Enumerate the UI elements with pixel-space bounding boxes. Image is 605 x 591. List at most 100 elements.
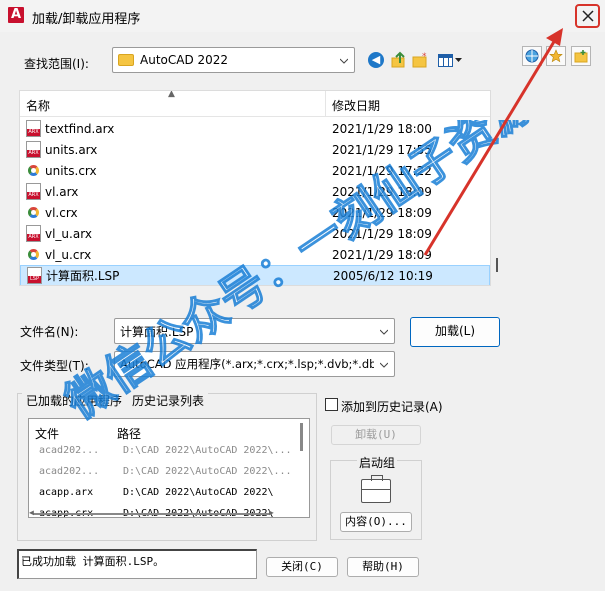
loaded-app-path: D:\CAD 2022\AutoCAD 2022\... [123, 445, 292, 456]
loaded-list-horizontal-scrollbar[interactable] [33, 513, 269, 515]
file-name-label: 文件名(N): [20, 325, 79, 339]
file-name-text: vl.crx [45, 205, 78, 220]
loaded-app-file: acad202... [39, 445, 100, 456]
folder-add-icon [574, 50, 588, 63]
tab-history-list[interactable]: 历史记录列表 [128, 392, 209, 409]
file-list[interactable]: ▲ 名称 修改日期 textfind.arx 2021/1/29 18:00 uni… [19, 90, 491, 286]
views-icon [438, 53, 453, 67]
back-arrow-icon: ◀ [368, 52, 384, 68]
briefcase-icon [361, 475, 391, 503]
file-row[interactable]: vl_u.arx 2021/1/29 18:09 [20, 223, 490, 244]
scrollbar-thumb[interactable] [496, 258, 498, 272]
up-folder-button[interactable] [389, 50, 409, 70]
arx-file-icon [26, 225, 41, 242]
file-name-text: units.crx [45, 163, 97, 178]
arx-file-icon [26, 183, 41, 200]
loaded-app-row[interactable]: acapp.arx D:\CAD 2022\AutoCAD 2022\ [29, 483, 299, 503]
file-date-cell: 2021/1/29 18:09 [332, 205, 432, 220]
loaded-list-scrollbar[interactable] [300, 423, 303, 451]
add-favorite-button[interactable] [571, 46, 591, 66]
dropdown-arrow-icon [455, 57, 462, 62]
chevron-down-icon [340, 58, 348, 64]
svg-text:*: * [422, 52, 427, 62]
close-button[interactable]: 关闭(C) [266, 557, 338, 577]
look-in-dropdown[interactable]: AutoCAD 2022 [112, 47, 355, 73]
views-menu-button[interactable] [436, 50, 464, 70]
file-date-cell: 2005/6/12 10:19 [333, 268, 433, 283]
file-name-cell: textfind.arx [26, 120, 114, 137]
chevron-down-icon [380, 329, 388, 335]
new-folder-button[interactable]: * [411, 50, 431, 70]
file-date-cell: 2021/1/29 17:22 [332, 163, 432, 178]
add-to-history-checkbox[interactable] [325, 398, 338, 411]
loaded-app-file: acapp.arx [39, 487, 94, 498]
file-name-value: 计算面积.LSP [120, 324, 194, 339]
file-name-cell: vl_u.arx [26, 225, 92, 242]
column-divider[interactable] [325, 91, 326, 117]
file-name-text: vl_u.crx [45, 247, 92, 262]
file-row[interactable]: vl.crx 2021/1/29 18:09 [20, 202, 490, 223]
load-button[interactable]: 加载(L) [410, 317, 500, 347]
arx-file-icon [26, 120, 41, 137]
file-name-text: 计算面积.LSP [46, 269, 120, 283]
loaded-applications-list[interactable]: 文件 路径 acad202... D:\CAD 2022\AutoCAD 2022… [28, 418, 310, 518]
scroll-left-icon[interactable]: ◀ [29, 508, 34, 517]
window-title: 加载/卸载应用程序 [32, 12, 141, 27]
file-name-cell: vl_u.crx [26, 247, 91, 262]
new-folder-icon: * [412, 52, 427, 68]
loaded-app-path: D:\CAD 2022\AutoCAD 2022\... [123, 466, 292, 477]
crx-file-icon [26, 247, 41, 262]
file-row[interactable]: units.arx 2021/1/29 17:55 [20, 139, 490, 160]
column-header-file[interactable]: 文件 [35, 425, 59, 442]
file-row[interactable]: units.crx 2021/1/29 17:22 [20, 160, 490, 181]
status-message: 已成功加载 计算面积.LSP。 [17, 549, 257, 579]
look-in-label: 查找范围(I): [24, 57, 89, 71]
file-date-cell: 2021/1/29 18:09 [332, 226, 432, 241]
column-header-date[interactable]: 修改日期 [332, 97, 380, 114]
title-bar: A 加载/卸载应用程序 [0, 0, 605, 32]
file-name-text: textfind.arx [45, 121, 115, 136]
file-name-cell: units.arx [26, 141, 97, 158]
web-search-button[interactable] [522, 46, 542, 66]
file-date-cell: 2021/1/29 18:09 [332, 184, 432, 199]
loaded-app-row[interactable]: acad202... D:\CAD 2022\AutoCAD 2022\... [29, 441, 299, 461]
star-icon [549, 49, 563, 63]
close-icon [581, 10, 594, 22]
file-type-dropdown[interactable]: AutoCAD 应用程序(*.arx;*.crx;*.lsp;*.dvb;*.d… [114, 351, 395, 377]
favorites-button[interactable] [546, 46, 566, 66]
crx-file-icon [26, 163, 41, 178]
lsp-file-icon [27, 267, 42, 284]
file-list-header: ▲ 名称 修改日期 [20, 91, 490, 117]
loaded-app-path: D:\CAD 2022\AutoCAD 2022\ [123, 487, 274, 498]
file-date-cell: 2021/1/29 18:00 [332, 121, 432, 136]
file-name-cell: 计算面积.LSP [27, 267, 119, 284]
file-date-cell: 2021/1/29 17:55 [332, 142, 432, 157]
tab-loaded-applications[interactable]: 已加载的应用程序 [22, 392, 127, 409]
add-to-history-label[interactable]: 添加到历史记录(A) [341, 398, 443, 415]
loaded-applications-panel: 已加载的应用程序 历史记录列表 文件 路径 acad202... D:\CAD 2… [17, 392, 317, 541]
file-name-input[interactable]: 计算面积.LSP [114, 318, 395, 344]
file-row[interactable]: vl_u.crx 2021/1/29 18:09 [20, 244, 490, 265]
look-in-value: AutoCAD 2022 [140, 53, 229, 67]
file-name-cell: units.crx [26, 163, 97, 178]
back-button[interactable]: ◀ [366, 50, 386, 70]
contents-button[interactable]: 内容(O)... [340, 512, 412, 532]
folder-icon [118, 54, 134, 66]
file-name-text: vl_u.arx [45, 226, 92, 241]
help-button[interactable]: 帮助(H) [347, 557, 419, 577]
column-header-path[interactable]: 路径 [117, 425, 141, 442]
loaded-app-row[interactable]: acapp.crxD:\CAD 2022\AutoCAD 2022\ [29, 504, 299, 517]
file-row[interactable]: textfind.arx 2021/1/29 18:00 [20, 118, 490, 139]
loaded-app-row[interactable]: acad202... D:\CAD 2022\AutoCAD 2022\... [29, 462, 299, 482]
autocad-logo-icon: A [8, 7, 24, 23]
file-row[interactable]: 计算面积.LSP 2005/6/12 10:19 [20, 265, 490, 285]
close-window-button[interactable] [575, 4, 600, 28]
scroll-right-icon[interactable]: ▶ [269, 508, 274, 517]
globe-icon [525, 49, 539, 63]
up-folder-icon [391, 51, 405, 68]
file-name-text: units.arx [45, 142, 98, 157]
unload-button[interactable]: 卸载(U) [331, 425, 421, 445]
column-header-name[interactable]: 名称 [26, 97, 50, 114]
file-row[interactable]: vl.arx 2021/1/29 18:09 [20, 181, 490, 202]
file-list-scrollbar[interactable] [492, 90, 502, 286]
